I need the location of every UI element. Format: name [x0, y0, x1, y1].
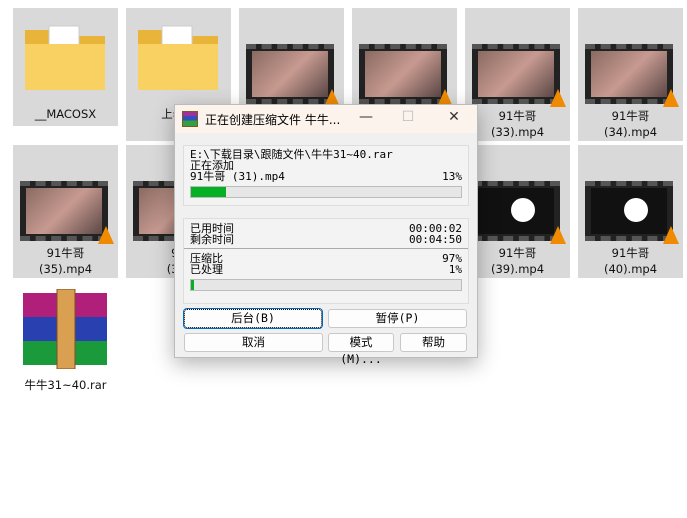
- folder-icon: [25, 25, 105, 90]
- file-progress-fill: [191, 187, 227, 197]
- file-item[interactable]: 91牛哥 (39).mp4: [465, 145, 570, 278]
- file-name: __MACOSX: [34, 107, 97, 121]
- processed-label: 已处理: [190, 263, 223, 276]
- remaining-value: 00:04:50: [409, 233, 462, 246]
- file-item[interactable]: 91牛哥 (40).mp4: [578, 145, 683, 278]
- video-thumbnail: [20, 181, 114, 244]
- file-item[interactable]: __MACOSX: [13, 8, 118, 126]
- vlc-icon: [663, 226, 679, 244]
- video-thumbnail: [585, 44, 679, 107]
- file-item[interactable]: 91牛哥 (33).mp4: [465, 8, 570, 141]
- background-button[interactable]: 后台(B): [183, 308, 323, 329]
- total-progress-fill: [191, 280, 194, 290]
- video-thumbnail: [472, 44, 566, 107]
- file-percent: 13%: [442, 170, 462, 183]
- folder-icon: [138, 25, 218, 90]
- file-item[interactable]: 91牛哥 (34).mp4: [578, 8, 683, 141]
- file-name: 91牛哥 (40).mp4: [603, 246, 658, 276]
- close-button[interactable]: ✕: [439, 109, 469, 125]
- file-name: 91牛哥 (39).mp4: [490, 246, 545, 276]
- vlc-icon: [663, 89, 679, 107]
- file-item[interactable]: 牛牛31~40.rar: [13, 285, 118, 395]
- video-thumbnail: [585, 181, 679, 244]
- cancel-button[interactable]: 取消: [184, 333, 323, 352]
- dialog-title: 正在创建压缩文件 牛牛...: [205, 112, 341, 127]
- stats-group: 已用时间 00:00:02 剩余时间 00:04:50 压缩比 97% 已处理 1%: [183, 218, 469, 304]
- file-name: 91牛哥 (33).mp4: [490, 109, 545, 139]
- vlc-icon: [550, 89, 566, 107]
- maximize-button: ☐: [401, 109, 415, 125]
- current-file: 91牛哥 (31).mp4: [190, 170, 285, 183]
- total-progress-bar: [190, 279, 462, 291]
- mode-button[interactable]: 模式(M)...: [328, 333, 394, 366]
- video-thumbnail: [472, 181, 566, 244]
- rar-archive-icon: [23, 289, 107, 369]
- remaining-label: 剩余时间: [190, 233, 234, 246]
- vlc-icon: [98, 226, 114, 244]
- vlc-icon: [550, 226, 566, 244]
- processed-value: 1%: [448, 263, 462, 276]
- file-progress-bar: [190, 186, 462, 198]
- winrar-icon: [182, 111, 198, 127]
- file-name: 91牛哥 (34).mp4: [603, 109, 658, 139]
- file-progress-group: E:\下载目录\跟随文件\牛牛31~40.rar 正在添加 91牛哥 (31).…: [183, 145, 469, 206]
- video-thumbnail: [359, 44, 453, 107]
- file-item[interactable]: 91牛哥 (35).mp4: [13, 145, 118, 278]
- help-button[interactable]: 帮助: [400, 333, 467, 352]
- video-thumbnail: [246, 44, 340, 107]
- minimize-button[interactable]: —: [351, 109, 381, 125]
- title-bar[interactable]: 正在创建压缩文件 牛牛... — ☐ ✕: [175, 105, 477, 133]
- file-name: 91牛哥 (35).mp4: [38, 246, 93, 276]
- pause-button[interactable]: 暂停(P): [328, 309, 467, 328]
- file-name: 牛牛31~40.rar: [24, 378, 107, 392]
- winrar-progress-dialog: 正在创建压缩文件 牛牛... — ☐ ✕ E:\下载目录\跟随文件\牛牛31~4…: [174, 104, 478, 366]
